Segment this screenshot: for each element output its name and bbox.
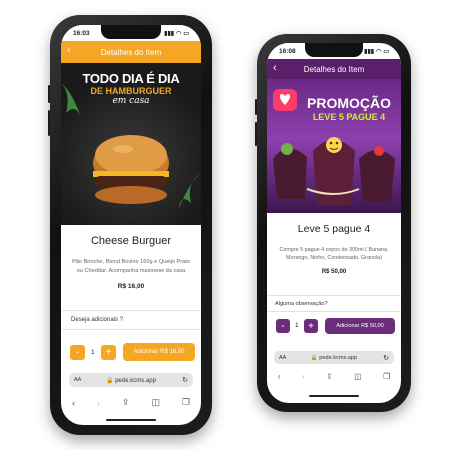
app-header: ‹ Detalhes do Item xyxy=(61,41,201,63)
phone-screen: 16:08 ▮▮▮ ◠ ▭ ‹ Detalhes do Item PROMOÇÃ… xyxy=(267,43,401,403)
divider xyxy=(267,295,401,296)
phone-screen: 16:03 ▮▮▮ ◠ ▭ ‹ Detalhes do Item TODO DI… xyxy=(61,25,201,425)
add-to-cart-button[interactable]: Adicionar R$ 50,00 xyxy=(325,318,395,334)
divider xyxy=(267,311,401,312)
observation-label: Alguma observação? xyxy=(275,301,328,307)
quantity-increase-button[interactable]: + xyxy=(101,345,116,360)
back-icon[interactable]: ‹ xyxy=(278,372,281,381)
browser-url-bar[interactable]: AA 🔒 pede.kcms.app ↻ xyxy=(274,351,394,364)
forward-icon[interactable]: › xyxy=(302,372,305,381)
banner-tagline: em casa xyxy=(112,96,150,106)
phone-notch xyxy=(101,25,161,39)
back-arrow-icon[interactable]: ‹ xyxy=(67,44,71,56)
forward-icon[interactable]: › xyxy=(97,398,100,408)
bookmarks-icon[interactable]: ◫ xyxy=(354,372,362,381)
home-indicator xyxy=(106,419,156,421)
status-icons: ▮▮▮ ◠ ▭ xyxy=(164,30,189,37)
product-price: R$ 16,00 xyxy=(117,283,145,290)
product-banner-image: PROMOÇÃO LEVE 5 PAGUE 4 xyxy=(267,79,401,213)
banner-subheadline: DE HAMBURGUER xyxy=(90,86,172,96)
product-description: Compre 5 pague 4 copos de 300ml ( Banana… xyxy=(279,247,389,262)
reload-icon[interactable]: ↻ xyxy=(182,376,188,384)
product-price: R$ 50,00 xyxy=(321,269,347,275)
bookmarks-icon[interactable]: ◫ xyxy=(151,397,160,408)
app-header: ‹ Detalhes do Item xyxy=(267,59,401,79)
wifi-icon: ◠ xyxy=(176,30,182,37)
addons-label: Deseja adicionais ? xyxy=(71,317,124,323)
phone-notch xyxy=(305,43,363,57)
quantity-value: 1 xyxy=(91,349,95,356)
signal-icon: ▮▮▮ xyxy=(164,30,175,37)
divider xyxy=(61,329,201,330)
product-description: Pão Brioche, Blend Bovino 160g e Queijo … xyxy=(72,259,190,274)
battery-icon: ▭ xyxy=(383,48,389,55)
header-title: Detalhes do Item xyxy=(100,47,162,57)
url-text: 🔒 pede.kcms.app xyxy=(310,354,358,361)
browser-toolbar: ‹ › ⇪ ◫ ❐ xyxy=(267,372,401,381)
wifi-icon: ◠ xyxy=(376,48,382,55)
add-to-cart-button[interactable]: Adicionar R$ 16,00 xyxy=(123,343,195,361)
reload-icon[interactable]: ↻ xyxy=(383,354,389,362)
text-size-button[interactable]: AA xyxy=(279,355,286,361)
quantity-decrease-button[interactable]: - xyxy=(276,319,290,333)
home-indicator xyxy=(309,395,359,397)
share-icon[interactable]: ⇪ xyxy=(122,397,130,408)
back-arrow-icon[interactable]: ‹ xyxy=(273,62,277,74)
quantity-decrease-button[interactable]: - xyxy=(70,345,85,360)
back-icon[interactable]: ‹ xyxy=(72,398,75,408)
text-size-button[interactable]: AA xyxy=(74,377,81,383)
phone-right: 16:08 ▮▮▮ ◠ ▭ ‹ Detalhes do Item PROMOÇÃ… xyxy=(255,34,411,412)
url-value: pede.kcms.app xyxy=(319,354,358,361)
battery-icon: ▭ xyxy=(183,30,189,37)
banner-headline: PROMOÇÃO xyxy=(307,95,391,111)
url-value: pede.kcms.app xyxy=(115,377,156,384)
browser-toolbar: ‹ › ⇪ ◫ ❐ xyxy=(61,397,201,408)
status-time: 16:08 xyxy=(279,47,296,55)
signal-icon: ▮▮▮ xyxy=(364,48,375,55)
tabs-icon[interactable]: ❐ xyxy=(383,372,390,381)
banner-headline: TODO DIA É DIA xyxy=(82,71,180,86)
status-time: 16:03 xyxy=(73,29,90,37)
browser-url-bar[interactable]: AA 🔒 pede.kcms.app ↻ xyxy=(69,373,193,387)
share-icon[interactable]: ⇪ xyxy=(326,372,333,381)
status-icons: ▮▮▮ ◠ ▭ xyxy=(364,48,389,55)
product-title: Cheese Burguer xyxy=(90,235,172,247)
url-text: 🔒 pede.kcms.app xyxy=(106,377,156,384)
header-title: Detalhes do Item xyxy=(303,64,365,74)
quantity-increase-button[interactable]: + xyxy=(304,319,318,333)
divider xyxy=(61,310,201,311)
product-banner-image: TODO DIA É DIA DE HAMBURGUER em casa xyxy=(61,63,201,225)
product-title: Leve 5 pague 4 xyxy=(297,223,371,235)
quantity-value: 1 xyxy=(295,322,299,329)
phone-left: 16:03 ▮▮▮ ◠ ▭ ‹ Detalhes do Item TODO DI… xyxy=(48,15,212,435)
banner-subheadline: LEVE 5 PAGUE 4 xyxy=(312,112,386,122)
tabs-icon[interactable]: ❐ xyxy=(182,397,190,408)
